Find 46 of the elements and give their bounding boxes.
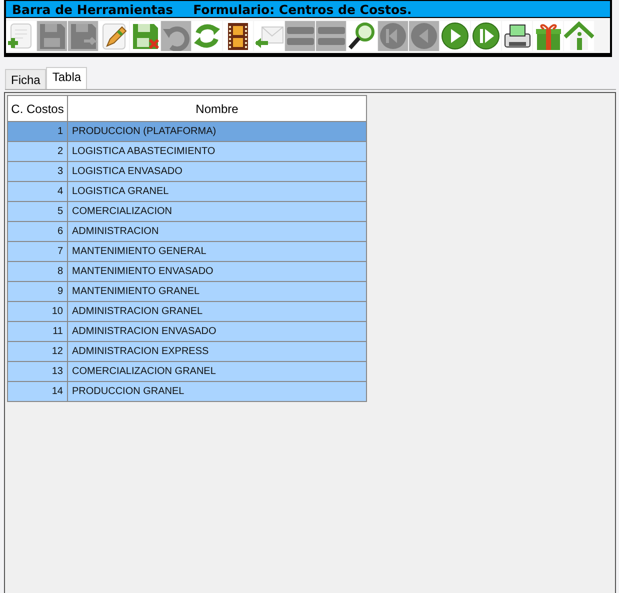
previous-icon: [409, 21, 439, 51]
table-cell[interactable]: 9: [8, 282, 67, 301]
toolbar-button[interactable]: [471, 21, 501, 51]
play-icon: [440, 21, 470, 51]
table-cell[interactable]: 13: [8, 362, 67, 381]
table-cell[interactable]: LOGISTICA ENVASADO: [68, 162, 366, 181]
table-cell[interactable]: LOGISTICA GRANEL: [68, 182, 366, 201]
toolbar-button[interactable]: [347, 21, 377, 51]
column-header[interactable]: Nombre: [68, 96, 366, 121]
table-cell[interactable]: MANTENIMIENTO ENVASADO: [68, 262, 366, 281]
tab[interactable]: Tabla: [46, 67, 88, 89]
table-cell[interactable]: 11: [8, 322, 67, 341]
table-cell[interactable]: 6: [8, 222, 67, 241]
table-cell[interactable]: PRODUCCION GRANEL: [68, 382, 366, 401]
table-cell[interactable]: ADMINISTRACION ENVASADO: [68, 322, 366, 341]
table-cell[interactable]: 12: [8, 342, 67, 361]
table-cell[interactable]: 10: [8, 302, 67, 321]
table-cell[interactable]: ADMINISTRACION EXPRESS: [68, 342, 366, 361]
table-cell[interactable]: 5: [8, 202, 67, 221]
table-cell[interactable]: 1: [8, 122, 67, 141]
table-cell[interactable]: 14: [8, 382, 67, 401]
form-title: Formulario: Centros de Costos.: [193, 2, 412, 16]
search-icon: [347, 21, 377, 51]
table-cell[interactable]: 4: [8, 182, 67, 201]
table-cell[interactable]: MANTENIMIENTO GRANEL: [68, 282, 366, 301]
table-cell[interactable]: COMERCIALIZACION: [68, 202, 366, 221]
toolbar-button[interactable]: [502, 21, 532, 51]
window-title: Barra de Herramientas: [12, 2, 174, 16]
skip-back-icon: [378, 21, 408, 51]
table-cell[interactable]: 8: [8, 262, 67, 281]
table-cell[interactable]: 7: [8, 242, 67, 261]
table-cell[interactable]: 2: [8, 142, 67, 161]
column-header[interactable]: C. Costos: [8, 96, 67, 121]
skip-forward-icon: [471, 21, 501, 51]
gift-box-icon: [533, 21, 563, 51]
tab[interactable]: Ficha: [5, 69, 46, 89]
table-cell[interactable]: MANTENIMIENTO GENERAL: [68, 242, 366, 261]
table-cell[interactable]: 3: [8, 162, 67, 181]
table-cell[interactable]: COMERCIALIZACION GRANEL: [68, 362, 366, 381]
table-cell[interactable]: ADMINISTRACION: [68, 222, 366, 241]
toolbar-button[interactable]: [440, 21, 470, 51]
table-cell[interactable]: ADMINISTRACION GRANEL: [68, 302, 366, 321]
table-cell[interactable]: LOGISTICA ABASTECIMIENTO: [68, 142, 366, 161]
home-icon: [564, 21, 594, 51]
table-cell[interactable]: PRODUCCION (PLATAFORMA): [68, 122, 366, 141]
toolbar-button[interactable]: [223, 21, 253, 51]
